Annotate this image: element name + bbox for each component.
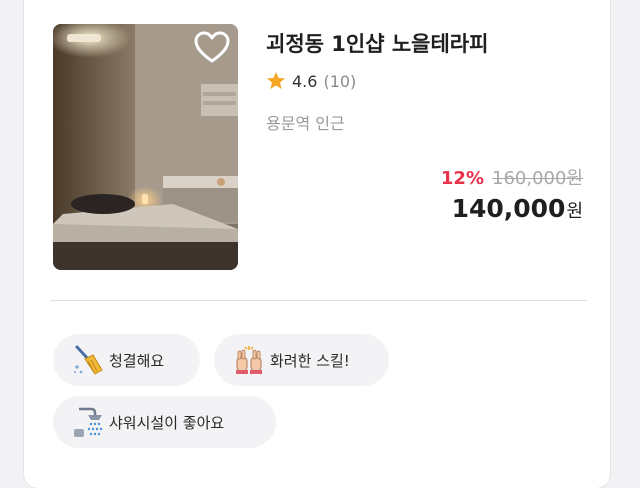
hands-icon — [236, 346, 262, 374]
review-count[interactable]: (10) — [323, 72, 356, 91]
tag-label: 화려한 스킬! — [270, 351, 350, 370]
tag-label: 샤워시설이 좋아요 — [109, 413, 225, 432]
divider — [50, 300, 587, 301]
final-price-amount: 140,000 — [451, 194, 566, 223]
final-price: 140,000 원 — [452, 194, 583, 223]
rating: 4.6 (10) — [266, 70, 356, 92]
broom-icon — [74, 345, 103, 375]
discount-rate: 12% — [440, 168, 484, 189]
tag-chip-shower[interactable]: 샤워시설이 좋아요 — [53, 396, 276, 448]
rating-score: 4.6 — [292, 71, 318, 91]
listing-title[interactable]: 괴정동 1인샵 노을테라피 — [266, 28, 488, 58]
tag-chip-clean[interactable]: 청결해요 — [53, 334, 200, 386]
shower-icon — [74, 407, 103, 437]
star-icon — [267, 72, 285, 89]
location-text: 용문역 인근 — [266, 114, 345, 133]
tag-label: 청결해요 — [109, 351, 165, 370]
price-row: 12% 160,000원 — [441, 164, 583, 190]
original-price: 160,000원 — [492, 168, 583, 189]
final-price-currency: 원 — [566, 201, 583, 222]
heart-icon — [194, 31, 230, 63]
tag-chip-skill[interactable]: 화려한 스킬! — [214, 334, 389, 386]
favorite-button[interactable] — [193, 30, 231, 66]
